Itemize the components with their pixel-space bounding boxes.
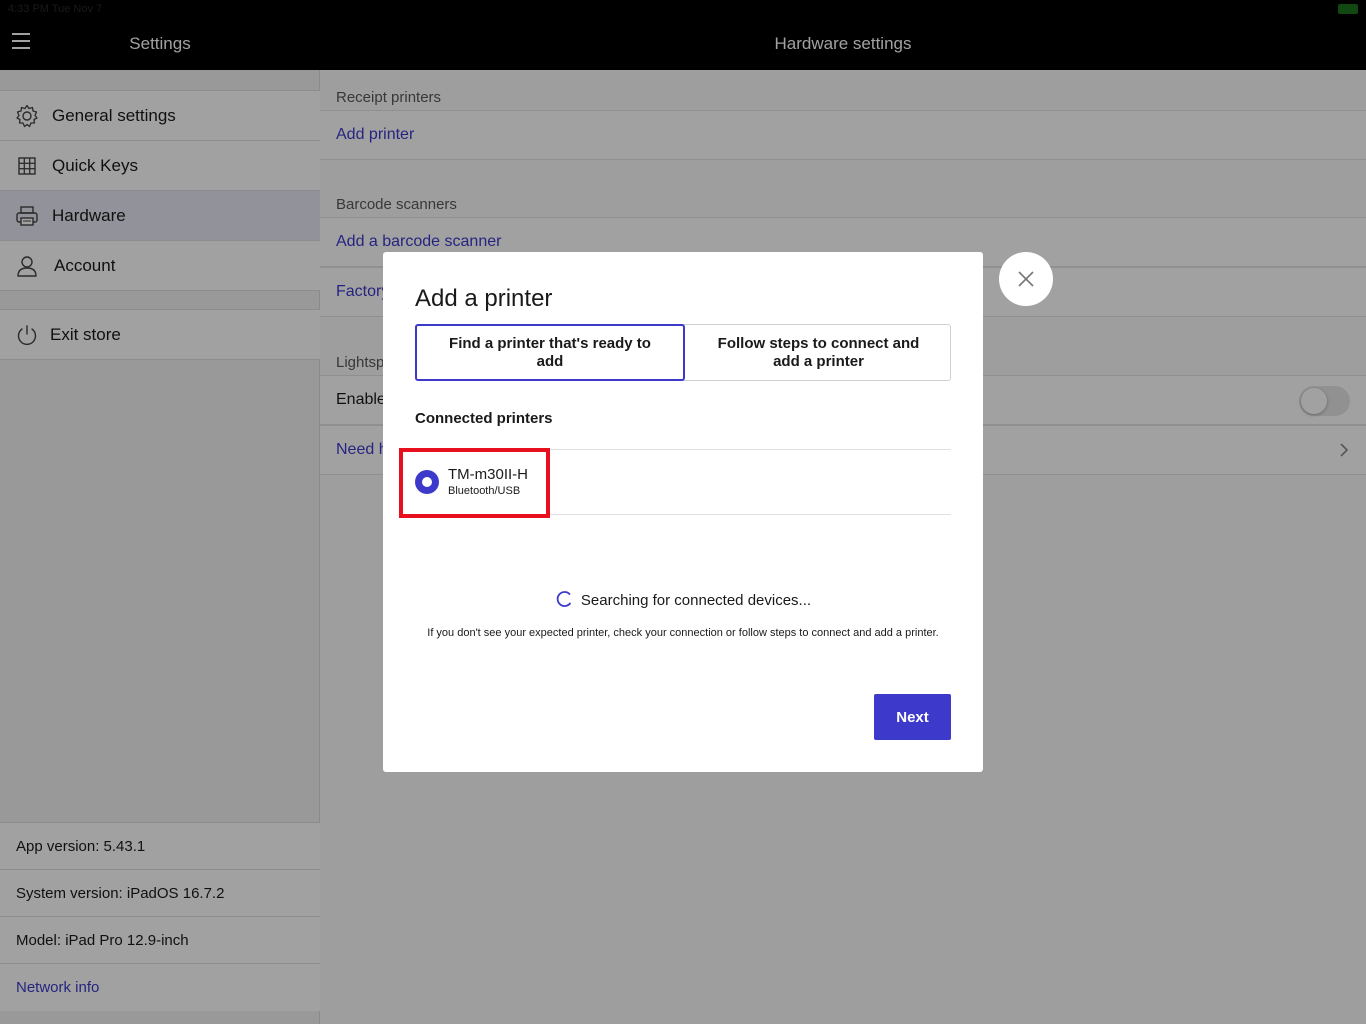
- tab-follow-steps[interactable]: Follow steps to connect and add a printe…: [685, 324, 952, 381]
- printer-mode-segmented-control: Find a printer that's ready to add Follo…: [415, 324, 951, 381]
- next-button[interactable]: Next: [874, 694, 951, 740]
- connected-printers-heading: Connected printers: [415, 410, 553, 427]
- add-printer-dialog: Add a printer Find a printer that's read…: [383, 252, 983, 772]
- close-icon: [1018, 271, 1034, 287]
- close-modal-button[interactable]: [999, 252, 1053, 306]
- searching-text: Searching for connected devices...: [580, 592, 812, 609]
- tab-find-printer[interactable]: Find a printer that's ready to add: [415, 324, 685, 381]
- searching-status: Searching for connected devices...: [383, 590, 983, 609]
- loading-spinner-icon: [556, 591, 571, 607]
- help-text: If you don't see your expected printer, …: [427, 627, 939, 639]
- dialog-title: Add a printer: [415, 285, 553, 312]
- highlight-box: [399, 448, 550, 518]
